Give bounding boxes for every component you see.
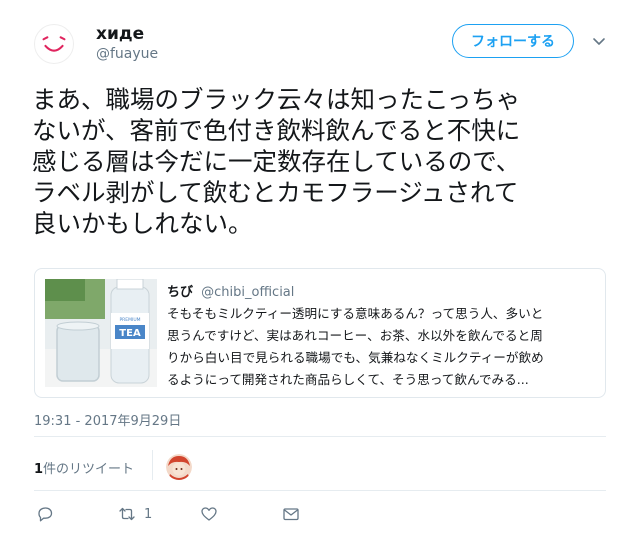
retweet-stats[interactable]: 1件のリツイート xyxy=(34,458,134,477)
svg-text:PREMIUM: PREMIUM xyxy=(119,317,140,323)
author-avatar[interactable] xyxy=(34,24,74,64)
svg-text:TEA: TEA xyxy=(119,328,141,339)
quoted-tweet-image[interactable]: TEA PREMIUM xyxy=(45,279,157,387)
quoted-text-line: そもそもミルクティー透明にする意味あるん？って思う人、多いと xyxy=(167,306,544,321)
heart-icon xyxy=(201,507,217,521)
follow-button[interactable]: フォローする xyxy=(452,24,574,58)
author-handle[interactable]: @fuayue xyxy=(96,46,158,62)
direct-message-button[interactable] xyxy=(282,504,300,524)
tweet-text-line: 感じる層は今だに一定数存在しているので、 xyxy=(32,147,521,176)
retweeter-avatar[interactable] xyxy=(166,454,192,480)
divider xyxy=(152,450,153,480)
quoted-tweet-header: ちび @chibi_official xyxy=(167,281,294,300)
quoted-text-line: るようにって開発された商品らしくて、そう思って飲んでみる... xyxy=(167,372,529,387)
tweet-text-line: 良いかもしれない。 xyxy=(32,209,253,238)
tweet-text-line: ないが、客前で色付き飲料飲んでると不快に xyxy=(32,116,521,145)
reply-icon xyxy=(38,507,53,522)
quoted-author-name[interactable]: ちび xyxy=(167,285,193,300)
like-button[interactable] xyxy=(200,504,218,524)
tweet-header: хиде @fuayue フォローする xyxy=(30,18,620,68)
retweet-label: 件のリツイート xyxy=(43,462,135,477)
tweet-text-line: まあ、職場のブラック云々は知ったこっちゃ xyxy=(32,85,521,114)
retweet-button[interactable]: 1 xyxy=(118,504,152,524)
quoted-author-handle[interactable]: @chibi_official xyxy=(201,285,294,300)
envelope-icon xyxy=(283,508,299,521)
tweet-actions: 1 xyxy=(34,504,334,526)
retweet-count: 1 xyxy=(34,462,44,477)
tweet-text: まあ、職場のブラック云々は知ったこっちゃ ないが、客前で色付き飲料飲んでると不快… xyxy=(32,84,612,239)
divider xyxy=(34,490,606,491)
quoted-tweet[interactable]: TEA PREMIUM ちび @chibi_official そもそもミルクティ… xyxy=(34,268,606,398)
tweet-text-line: ラベル剥がして飲むとカモフラージュされて xyxy=(32,178,519,207)
quoted-text-line: りから白い目で見られる職場でも、気兼ねなくミルクティーが飲め xyxy=(167,350,544,365)
quoted-text-line: 思うんですけど、実はあれコーヒー、お茶、水以外を飲んでると周 xyxy=(167,328,543,343)
quoted-tweet-text: そもそもミルクティー透明にする意味あるん？って思う人、多いと 思うんですけど、実… xyxy=(167,303,599,391)
chevron-down-icon[interactable] xyxy=(590,32,608,50)
retweet-action-count: 1 xyxy=(144,506,153,522)
retweet-icon xyxy=(119,507,135,521)
reply-button[interactable] xyxy=(36,504,54,524)
tweet-timestamp[interactable]: 19:31 - 2017年9月29日 xyxy=(34,410,181,429)
divider xyxy=(34,436,606,437)
author-name[interactable]: хиде xyxy=(96,24,144,44)
